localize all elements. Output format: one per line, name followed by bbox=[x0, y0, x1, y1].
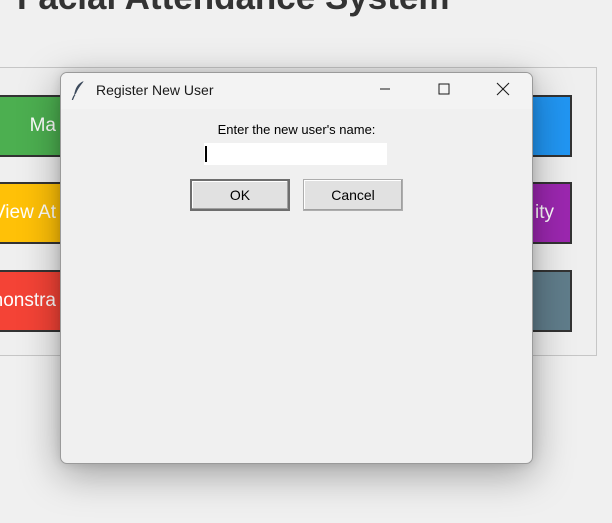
exit-button[interactable] bbox=[530, 270, 572, 332]
dialog-titlebar[interactable]: Register New User bbox=[61, 73, 532, 109]
cancel-button[interactable]: Cancel bbox=[303, 179, 403, 211]
ok-button[interactable]: OK bbox=[190, 179, 290, 211]
app-title: Facial Attendance System bbox=[17, 0, 449, 15]
register-button[interactable] bbox=[530, 95, 572, 157]
feather-icon bbox=[71, 80, 87, 101]
maximize-icon bbox=[438, 82, 450, 100]
minimize-icon bbox=[379, 82, 391, 100]
dialog-title: Register New User bbox=[96, 82, 214, 98]
close-button[interactable] bbox=[480, 73, 526, 109]
text-caret bbox=[205, 146, 207, 162]
mark-attendance-button[interactable]: Ma bbox=[0, 95, 68, 157]
minimize-button[interactable] bbox=[362, 73, 408, 109]
view-attendance-button[interactable]: View At bbox=[0, 182, 68, 244]
user-name-input[interactable] bbox=[204, 143, 387, 165]
close-icon bbox=[496, 82, 510, 101]
name-prompt-label: Enter the new user's name: bbox=[217, 122, 376, 137]
maximize-button[interactable] bbox=[421, 73, 467, 109]
demonstration-button[interactable]: nonstra bbox=[0, 270, 68, 332]
register-user-dialog: Register New User Enter the new user's n… bbox=[60, 72, 533, 464]
activity-button[interactable]: ity bbox=[530, 182, 572, 244]
